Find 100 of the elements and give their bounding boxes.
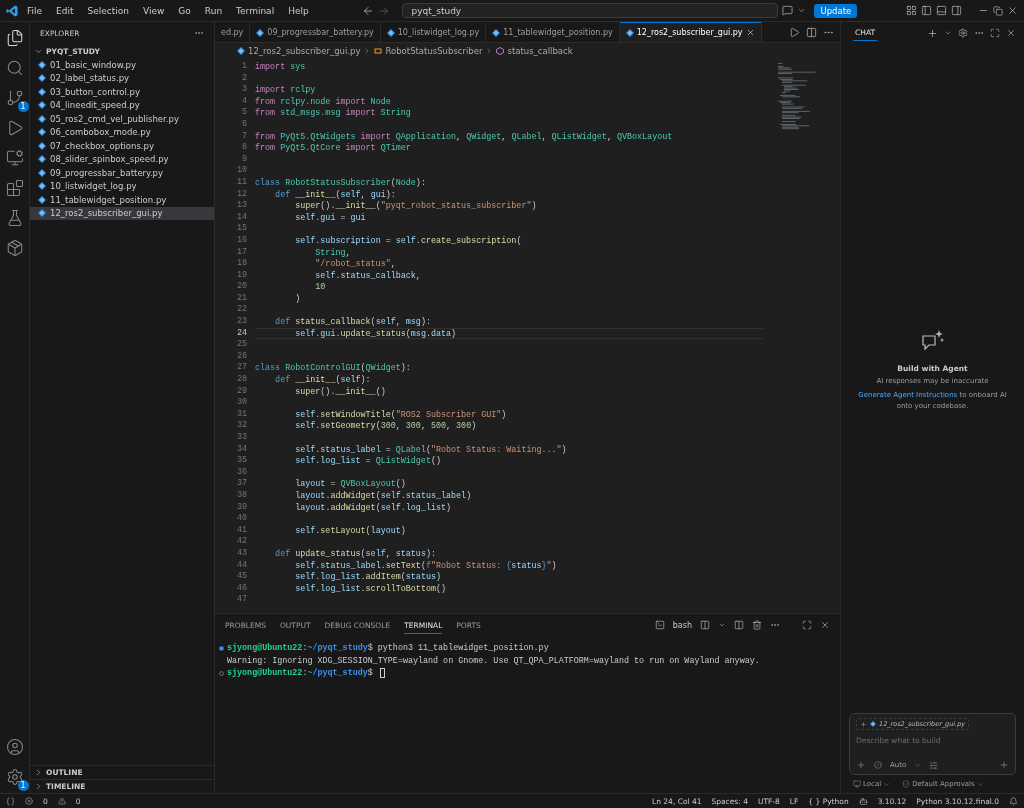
code-line: layout = QVBoxLayout() xyxy=(294,478,407,490)
line-number: 22 xyxy=(236,304,247,317)
line-number: 45 xyxy=(236,571,247,583)
breadcrumb-item[interactable]: 12_ros2_subscriber_gui.py xyxy=(248,45,361,56)
code-line: import rclpy xyxy=(255,84,317,96)
line-number: 28 xyxy=(236,374,247,386)
menu-item[interactable]: Help xyxy=(283,5,314,16)
line-number: 40 xyxy=(236,513,247,525)
code-line: self.log_list = QListWidget() xyxy=(294,455,442,467)
line-number: 43 xyxy=(236,547,247,560)
breadcrumb-item[interactable]: status_callback xyxy=(507,45,573,56)
line-number: 3 xyxy=(241,84,247,96)
code-line: import sys xyxy=(255,61,307,73)
code-line: class RobotControlGUI(QWidget): xyxy=(255,362,412,375)
menu-item[interactable]: File xyxy=(22,5,48,16)
code-line: self.status_callback, xyxy=(314,269,422,282)
line-number: 1 xyxy=(241,61,247,73)
code-line: from rclpy.node import Node xyxy=(255,95,392,108)
explorer-entry[interactable]: 03_button_control.py xyxy=(30,85,214,99)
notification-badge: 1 xyxy=(17,780,29,791)
explorer-entry[interactable]: 04_lineedit_speed.py xyxy=(30,98,214,112)
line-number: 18 xyxy=(236,258,247,270)
notification-badge: 1 xyxy=(17,101,29,112)
line-number: 27 xyxy=(236,362,247,375)
line-number: 13 xyxy=(236,200,247,212)
code-line: self.setLayout(layout) xyxy=(294,524,407,537)
line-number: 30 xyxy=(236,397,247,409)
line-number: 36 xyxy=(236,466,247,479)
code-line: super().__init__() xyxy=(294,385,387,398)
line-number: 12 xyxy=(236,188,247,201)
menu-item[interactable]: Edit xyxy=(51,5,79,16)
explorer-entry[interactable]: 07_checkbox_options.py xyxy=(30,139,214,153)
explorer-entry[interactable]: 01_basic_window.py xyxy=(30,58,214,72)
line-number: 5 xyxy=(241,107,247,119)
line-number: 44 xyxy=(236,559,247,572)
line-number: 31 xyxy=(236,408,247,421)
code-line: self.log_list.addItem(status) xyxy=(294,571,442,583)
search-field[interactable]: pyqt_study xyxy=(402,3,779,18)
line-number: 16 xyxy=(236,234,247,247)
line-number: 7 xyxy=(241,130,247,143)
terminal-line: Warning: Ignoring XDG_SESSION_TYPE=wayland on Gnome. Use QT_QPA_PLATFORM=wayland to run on Wayland anyway. xyxy=(227,655,760,666)
line-number: 6 xyxy=(241,118,247,131)
line-number: 38 xyxy=(236,489,247,502)
line-number: 39 xyxy=(236,501,247,514)
line-number: 34 xyxy=(236,443,247,456)
explorer-entry[interactable]: 02_label_status.py xyxy=(30,71,214,85)
code-line: self.status_label = QLabel("Robot Status: Waiting...") xyxy=(294,443,568,456)
code-line: self.gui.update_status(msg.data) xyxy=(255,327,763,340)
explorer-entry[interactable]: 10_listwidget_log.py xyxy=(30,179,214,193)
menu-item[interactable]: Selection xyxy=(82,5,134,16)
line-number: 42 xyxy=(236,536,247,548)
explorer-entry[interactable]: 05_ros2_cmd_vel_publisher.py xyxy=(30,112,214,126)
editor-tab[interactable]: 12_ros2_subscriber_gui.py xyxy=(619,22,762,42)
code-line: def update_status(self, status): xyxy=(274,547,437,560)
code-line: layout.addWidget(self.log_list) xyxy=(294,501,453,514)
breadcrumb-item[interactable]: RobotStatusSubscriber xyxy=(385,45,483,56)
terminal-line: sjyong@Ubuntu22:~/pyqt_study$ python3 11_tablewidget_position.py xyxy=(227,643,549,654)
line-number: 23 xyxy=(236,316,247,328)
line-number: 29 xyxy=(236,385,247,398)
line-number: 17 xyxy=(236,246,247,259)
line-number: 47 xyxy=(236,594,247,606)
line-number: 46 xyxy=(236,582,247,595)
explorer-entry[interactable]: 08_slider_spinbox_speed.py xyxy=(30,152,214,166)
line-number: 11 xyxy=(236,176,247,189)
code-line: self.setWindowTitle("ROS2 Subscriber GUI") xyxy=(294,408,508,421)
line-number: 26 xyxy=(236,350,247,363)
line-number: 2 xyxy=(241,72,247,85)
line-number: 35 xyxy=(236,455,247,467)
menu-item[interactable]: View xyxy=(138,5,170,16)
menu-item[interactable]: Run xyxy=(199,5,228,16)
line-number: 33 xyxy=(236,432,247,444)
line-number: 14 xyxy=(236,211,247,224)
shell-name[interactable]: bash xyxy=(672,620,692,630)
code-line: layout.addWidget(self.status_label) xyxy=(294,489,473,502)
code-line: from PyQt5.QtWidgets import QApplication, QWidget, QLabel, QListWidget, QVBoxLayout xyxy=(255,130,674,143)
explorer-entry[interactable]: 09_progressbar_battery.py xyxy=(30,166,214,180)
menu-item[interactable]: Go xyxy=(173,5,196,16)
menu-item[interactable]: Terminal xyxy=(231,5,280,16)
line-number: 10 xyxy=(236,165,247,177)
code-line: class RobotStatusSubscriber(Node): xyxy=(255,176,427,189)
code-line: def status_callback(self, msg): xyxy=(274,316,432,328)
code-line: def __init__(self): xyxy=(274,374,372,386)
code-line: super().__init__("pyqt_robot_status_subscriber") xyxy=(294,200,538,212)
line-number: 20 xyxy=(236,281,247,293)
code-line: 10 xyxy=(314,281,327,293)
explorer-entry[interactable]: 06_combobox_mode.py xyxy=(30,125,214,139)
code-line: from PyQt5.QtCore import QTimer xyxy=(255,142,412,154)
update-button[interactable]: Update xyxy=(814,3,858,18)
code-line: self.status_label.setText(f"Robot Status: {status}") xyxy=(294,559,558,572)
code-line: self.log_list.scrollToBottom() xyxy=(294,582,448,595)
code-line: ) xyxy=(294,292,302,305)
explorer-entry[interactable]: 12_ros2_subscriber_gui.py xyxy=(30,206,214,220)
line-number: 8 xyxy=(241,142,247,154)
code-line: from std_msgs.msg import String xyxy=(255,107,412,119)
code-line: self.setGeometry(300, 300, 500, 300) xyxy=(294,420,478,432)
explorer-entry[interactable]: 11_tablewidget_position.py xyxy=(30,193,214,207)
code-line: self.subscription = self.create_subscription( xyxy=(294,234,523,247)
code-line: "/robot_status", xyxy=(314,258,397,270)
code-line: String, xyxy=(314,246,352,259)
line-number: 41 xyxy=(236,524,247,537)
